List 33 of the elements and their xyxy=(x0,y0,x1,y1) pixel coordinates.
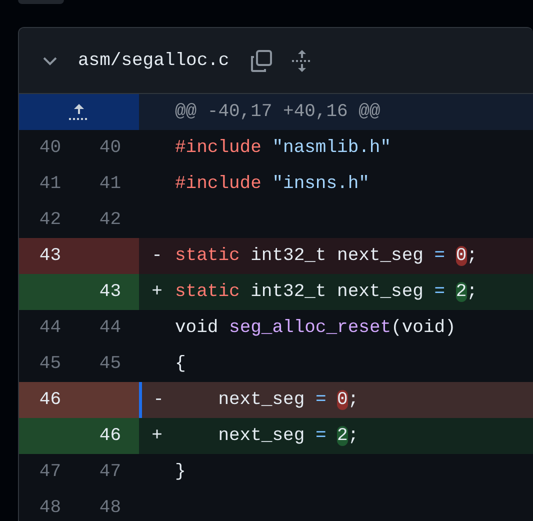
line-number: 48 xyxy=(38,497,62,520)
code-line: } xyxy=(175,461,187,484)
line-number: 42 xyxy=(98,209,122,232)
file-name: asm/segalloc.c xyxy=(78,50,230,70)
code-line: { xyxy=(175,353,187,376)
diff-marker: + xyxy=(139,274,175,310)
copy-icon[interactable] xyxy=(249,48,274,72)
diff-marker: + xyxy=(139,418,175,454)
line-number: 45 xyxy=(38,353,62,376)
line-number: 45 xyxy=(98,353,122,376)
line-number: 41 xyxy=(38,173,62,196)
line-number: 47 xyxy=(38,461,62,484)
line-number: 40 xyxy=(38,137,62,160)
diff-marker: - xyxy=(139,382,175,418)
diff-marker: - xyxy=(139,238,175,274)
line-number: 44 xyxy=(98,317,122,340)
hunk-header: @@ -40,17 +40,16 @@ xyxy=(175,102,380,122)
gutter-cell xyxy=(79,382,139,418)
line-number: 40 xyxy=(98,137,122,160)
line-number: 42 xyxy=(38,209,62,232)
line-number: 46 xyxy=(19,382,79,418)
line-number: 47 xyxy=(98,461,122,484)
code-line: void seg_alloc_reset(void) xyxy=(175,317,457,340)
gutter-cell xyxy=(79,238,139,274)
line-number: 43 xyxy=(19,238,79,274)
line-number: 48 xyxy=(98,497,122,520)
code-line: #include "nasmlib.h" xyxy=(175,137,392,160)
line-number: 44 xyxy=(38,317,62,340)
line-number: 41 xyxy=(98,173,122,196)
expand-up-icon xyxy=(68,103,90,121)
line-number: 43 xyxy=(79,274,139,310)
line-number: 46 xyxy=(79,418,139,454)
code-line: #include "insns.h" xyxy=(175,173,370,196)
